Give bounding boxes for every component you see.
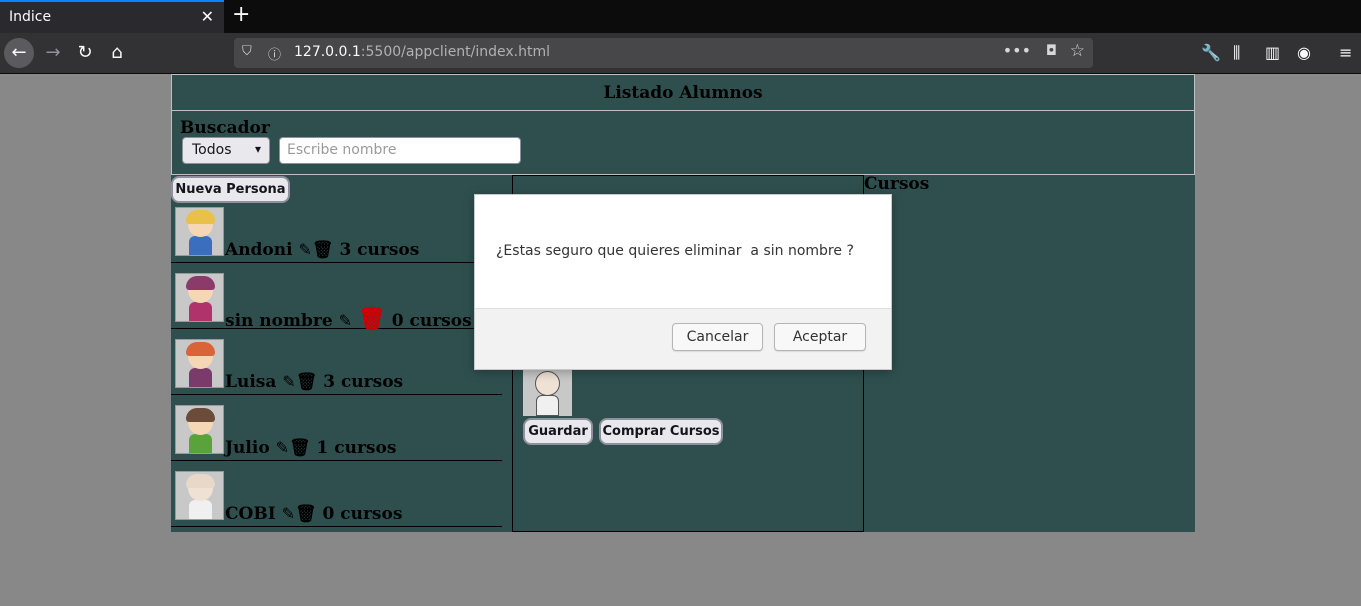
search-title: Buscador (180, 118, 270, 138)
person-name: Luisa (225, 372, 277, 392)
info-icon[interactable]: ⓘ (268, 44, 281, 63)
save-button[interactable]: Guardar (523, 418, 593, 445)
url-bar[interactable]: ⛉ ⓘ 127.0.0.1:5500/appclient/index.html … (234, 38, 1093, 68)
account-icon[interactable]: ◉ (1297, 43, 1311, 62)
filter-select[interactable]: Todos ▾ (182, 137, 270, 164)
course-count: 3 cursos (339, 240, 420, 260)
list-item: Andoni ✎🗑 3 cursos (171, 207, 502, 263)
person-list: Nueva Persona Andoni ✎🗑 3 cursos sin nom… (171, 175, 502, 532)
chevron-down-icon: ▾ (254, 142, 261, 156)
bookmark-star-icon[interactable]: ☆ (1070, 41, 1085, 61)
trash-icon[interactable]: 🗑 (289, 438, 311, 458)
person-info: Luisa ✎🗑 3 cursos (225, 372, 403, 392)
person-info: Julio ✎🗑 1 cursos (225, 438, 396, 458)
back-arrow-icon[interactable]: ← (4, 38, 34, 68)
navigation-bar: ← → ↻ ⌂ ⛉ ⓘ 127.0.0.1:5500/appclient/ind… (0, 33, 1361, 74)
edit-icon[interactable]: ✎ (276, 438, 289, 457)
list-item: COBI ✎🗑 0 cursos (171, 471, 502, 527)
course-count: 0 cursos (391, 311, 472, 331)
person-name: sin nombre (225, 311, 333, 331)
url-host: 127.0.0.1 (294, 44, 361, 60)
avatar (175, 471, 224, 520)
wrench-icon[interactable]: 🔧 (1201, 43, 1221, 62)
avatar (175, 273, 224, 322)
avatar (175, 339, 224, 388)
list-item: sin nombre ✎ 🗑 0 cursos (171, 273, 502, 332)
tab-title: Indice (9, 9, 52, 25)
pocket-icon[interactable]: ◘ (1046, 43, 1057, 59)
courses-title: Cursos (864, 174, 930, 194)
course-count: 0 cursos (322, 504, 403, 524)
edit-icon[interactable]: ✎ (282, 504, 295, 523)
course-count: 1 cursos (316, 438, 397, 458)
list-item: Luisa ✎🗑 3 cursos (171, 339, 502, 395)
list-item: Julio ✎🗑 1 cursos (171, 405, 502, 461)
edit-icon[interactable]: ✎ (339, 311, 352, 330)
edit-icon[interactable]: ✎ (282, 372, 295, 391)
trash-icon[interactable]: 🗑 (296, 372, 318, 392)
close-tab-icon[interactable]: ✕ (201, 7, 214, 26)
sidebar-icon[interactable]: ▥ (1265, 43, 1280, 62)
menu-icon[interactable]: ≡ (1339, 43, 1352, 62)
dialog-footer: Cancelar Aceptar (475, 309, 891, 369)
confirm-dialog: ¿Estas seguro que quieres eliminar a sin… (474, 194, 892, 370)
library-icon[interactable]: ⫼ (1233, 43, 1240, 63)
shield-icon[interactable]: ⛉ (242, 44, 252, 59)
url-text[interactable]: 127.0.0.1:5500/appclient/index.html (294, 44, 550, 60)
home-icon[interactable]: ⌂ (102, 38, 132, 68)
url-path: :5500/appclient/index.html (360, 44, 551, 60)
reload-icon[interactable]: ↻ (70, 38, 100, 68)
trash-icon[interactable]: 🗑 (358, 306, 386, 332)
page-actions-icon[interactable]: ••• (1003, 41, 1031, 60)
accept-button[interactable]: Aceptar (774, 323, 866, 351)
person-info: sin nombre ✎ 🗑 0 cursos (225, 306, 472, 332)
avatar (523, 367, 572, 416)
search-input[interactable]: Escribe nombre (279, 137, 521, 164)
page-title: Listado Alumnos (171, 74, 1195, 111)
person-info: Andoni ✎🗑 3 cursos (225, 240, 419, 260)
avatar (175, 405, 224, 454)
dialog-message: ¿Estas seguro que quieres eliminar a sin… (496, 243, 854, 259)
search-section: Buscador Todos ▾ Escribe nombre (171, 110, 1195, 175)
person-name: Andoni (225, 240, 293, 260)
forward-arrow-icon[interactable]: → (38, 38, 68, 68)
trash-icon[interactable]: 🗑 (295, 504, 317, 524)
browser-tab[interactable]: Indice ✕ (0, 0, 224, 33)
person-name: Julio (225, 438, 270, 458)
new-person-button[interactable]: Nueva Persona (171, 176, 290, 203)
person-name: COBI (225, 504, 276, 524)
person-info: COBI ✎🗑 0 cursos (225, 504, 402, 524)
edit-icon[interactable]: ✎ (299, 240, 312, 259)
course-count: 3 cursos (323, 372, 404, 392)
cancel-button[interactable]: Cancelar (672, 323, 763, 351)
tab-bar: Indice ✕ + (0, 0, 1361, 33)
buy-courses-button[interactable]: Comprar Cursos (599, 418, 723, 445)
new-tab-icon[interactable]: + (232, 3, 250, 27)
dialog-body: ¿Estas seguro que quieres eliminar a sin… (475, 195, 891, 309)
avatar (175, 207, 224, 256)
filter-select-value: Todos (192, 142, 232, 158)
trash-icon[interactable]: 🗑 (312, 240, 334, 260)
